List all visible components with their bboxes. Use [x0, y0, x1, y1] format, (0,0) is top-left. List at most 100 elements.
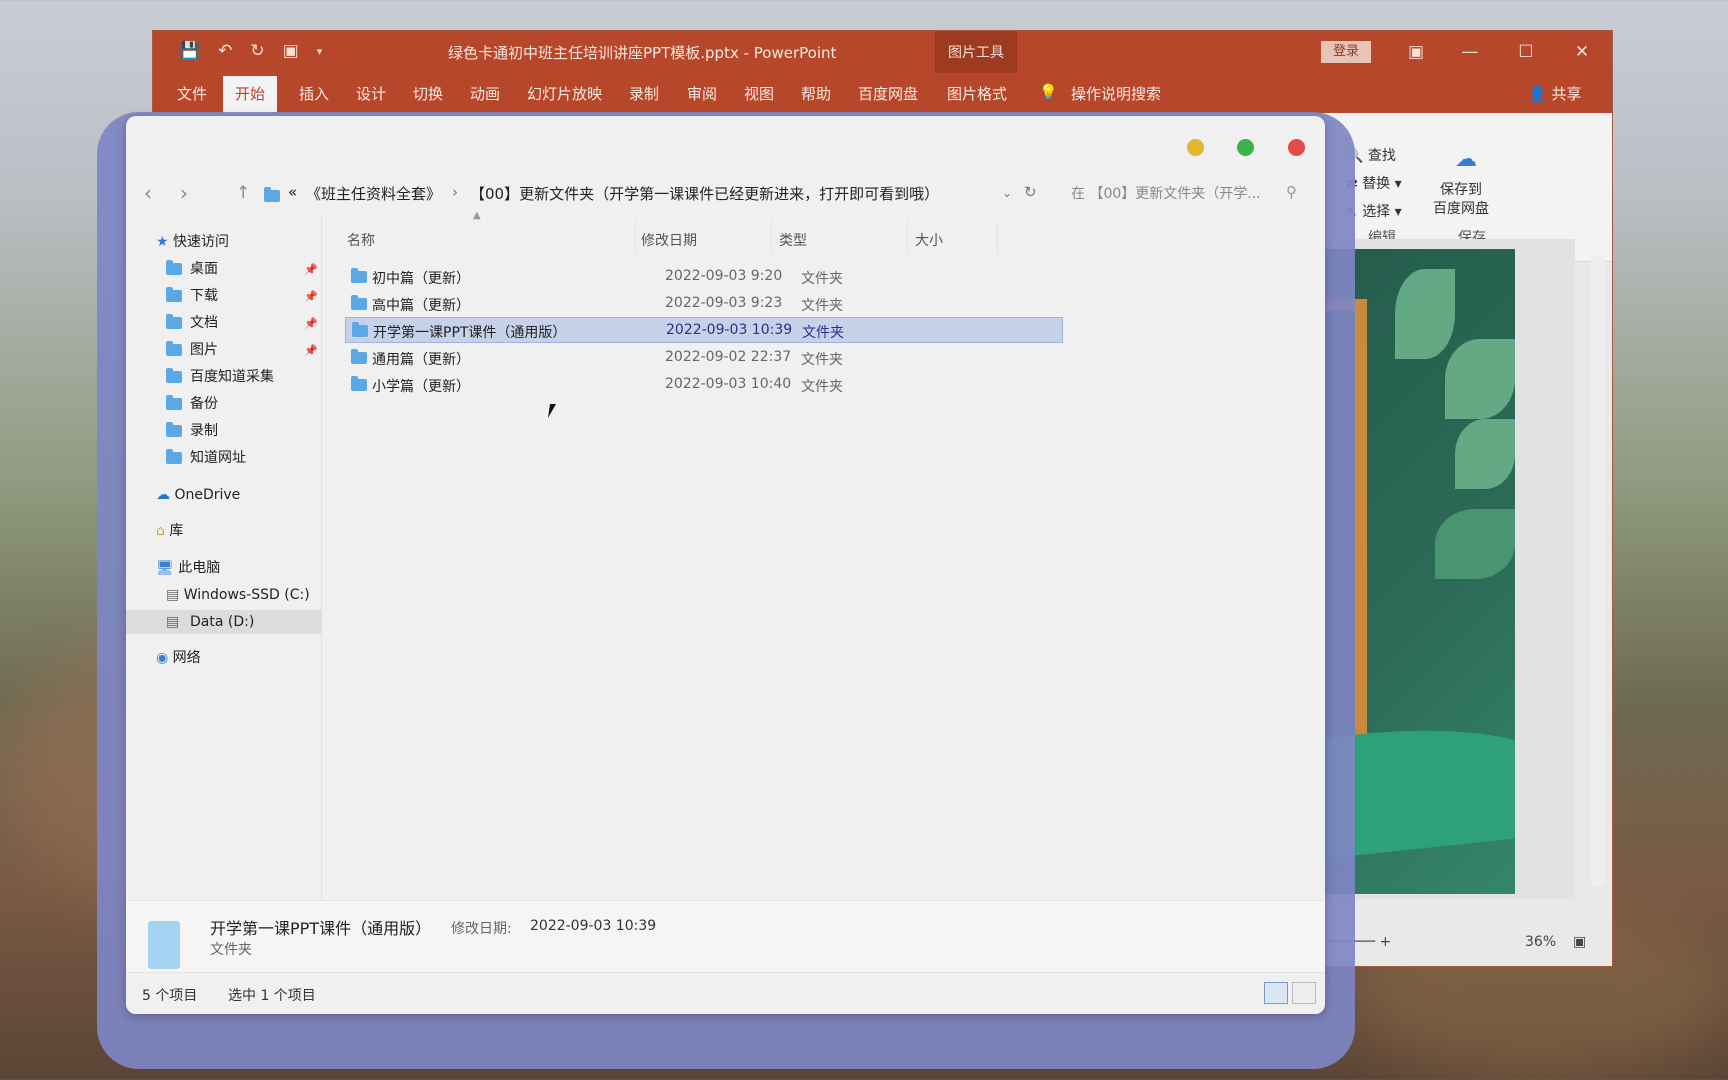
sidebar-item-label: 文档 — [190, 315, 218, 331]
fit-slide-icon[interactable]: ▣ — [1573, 934, 1586, 950]
table-row[interactable]: 初中篇（更新） 2022-09-03 9:20 文件夹 — [345, 264, 1063, 290]
table-row[interactable]: 通用篇（更新） 2022-09-02 22:37 文件夹 — [345, 345, 1063, 371]
chevron-down-icon[interactable]: ⌄ — [1002, 186, 1012, 200]
search-input[interactable]: 在 【00】更新文件夹（开学... — [1071, 183, 1261, 203]
sidebar-item-desktop[interactable]: 桌面 — [166, 257, 218, 281]
save-icon[interactable]: 💾 — [179, 41, 200, 61]
sidebar-quick-access[interactable]: ★ 快速访问 — [156, 230, 229, 254]
table-row-selected[interactable]: 开学第一课PPT课件（通用版） 2022-09-03 10:39 文件夹 — [345, 317, 1063, 343]
ribbon-display-icon[interactable]: ▣ — [1401, 39, 1431, 65]
baidu-cloud-icon: ☁ — [1455, 147, 1477, 172]
close-button[interactable]: ✕ — [1567, 39, 1597, 65]
details-pane: 开学第一课PPT课件（通用版） 修改日期: 2022-09-03 10:39 文… — [126, 900, 1325, 973]
column-header-name[interactable]: 名称 — [347, 230, 375, 250]
sidebar-library[interactable]: ⌂ 库 — [156, 519, 183, 543]
refresh-icon[interactable]: ↻ — [1024, 183, 1037, 201]
file-type: 文件夹 — [802, 325, 844, 341]
share-button[interactable]: 👤 共享 — [1528, 83, 1581, 104]
breadcrumb-item[interactable]: 《班主任资料全套》 — [306, 183, 441, 204]
up-arrow-icon[interactable]: ↑ — [236, 183, 250, 203]
column-header-size[interactable]: 大小 — [915, 230, 943, 250]
column-header-date[interactable]: 修改日期 — [641, 230, 697, 250]
sidebar-item-backup[interactable]: 备份 — [166, 392, 218, 416]
login-button[interactable]: 登录 — [1321, 41, 1371, 63]
tab-slideshow[interactable]: 幻灯片放映 — [527, 83, 602, 104]
present-icon[interactable]: ▣ — [283, 41, 299, 61]
tab-file[interactable]: 文件 — [177, 83, 207, 104]
customize-qat-icon[interactable]: ▾ — [317, 45, 323, 61]
column-divider[interactable] — [635, 220, 636, 254]
pin-icon[interactable]: 📌 — [304, 317, 318, 330]
file-type: 文件夹 — [801, 298, 843, 314]
breadcrumb-sep[interactable]: › — [452, 183, 458, 201]
minimize-button[interactable]: — — [1455, 39, 1485, 65]
pin-icon[interactable]: 📌 — [304, 263, 318, 276]
sidebar-item-baidu-collect[interactable]: 百度知道采集 — [166, 365, 274, 389]
maximize-button[interactable] — [1237, 139, 1254, 156]
sidebar-item-label: 图片 — [190, 342, 218, 358]
details-view-icon[interactable] — [1264, 982, 1288, 1004]
maximize-button[interactable]: ☐ — [1511, 39, 1541, 65]
back-arrow-icon[interactable]: ‹ — [144, 181, 152, 205]
redo-icon[interactable]: ↻ — [250, 41, 264, 61]
tab-view[interactable]: 视图 — [744, 83, 774, 104]
column-divider[interactable] — [907, 220, 908, 254]
tab-home[interactable]: 开始 — [223, 76, 278, 113]
forward-arrow-icon[interactable]: › — [180, 181, 188, 205]
folder-icon — [166, 449, 182, 464]
sidebar-item-pictures[interactable]: 图片 — [166, 338, 218, 362]
tab-help[interactable]: 帮助 — [801, 83, 831, 104]
tell-me-search[interactable]: 操作说明搜索 — [1071, 83, 1161, 104]
pin-icon[interactable]: 📌 — [304, 344, 318, 357]
lightbulb-icon[interactable]: 💡 — [1039, 83, 1058, 101]
breadcrumb-overflow[interactable]: « — [288, 183, 297, 201]
table-row[interactable]: 高中篇（更新） 2022-09-03 9:23 文件夹 — [345, 291, 1063, 317]
column-divider[interactable] — [771, 220, 772, 254]
search-icon[interactable]: ⚲ — [1286, 183, 1297, 201]
sidebar-onedrive[interactable]: ☁ OneDrive — [156, 483, 240, 507]
column-header-type[interactable]: 类型 — [779, 230, 807, 250]
sidebar-item-urls[interactable]: 知道网址 — [166, 446, 246, 470]
breadcrumb-item[interactable]: 【00】更新文件夹（开学第一课课件已经更新进来，打开即可看到哦） — [470, 183, 939, 204]
tab-record[interactable]: 录制 — [629, 83, 659, 104]
window-title: 绿色卡通初中班主任培训讲座PPT模板.pptx - PowerPoint — [448, 44, 837, 62]
tab-picture-format[interactable]: 图片格式 — [947, 83, 1007, 104]
file-name: 小学篇（更新） — [372, 379, 470, 395]
folder-icon — [166, 314, 182, 329]
vertical-scrollbar[interactable] — [1591, 256, 1605, 886]
baidu-disk-label: 百度网盘 — [1433, 201, 1489, 217]
undo-icon[interactable]: ↶ — [218, 41, 232, 61]
sidebar-this-pc[interactable]: 🖥 此电脑 — [156, 556, 220, 580]
zoom-level[interactable]: 36% — [1525, 934, 1556, 950]
folder-icon — [166, 395, 182, 410]
tab-baidu-disk[interactable]: 百度网盘 — [858, 83, 918, 104]
sidebar-drive-d[interactable]: ▤ Data (D:) — [126, 610, 321, 634]
pin-icon[interactable]: 📌 — [304, 290, 318, 303]
file-explorer-window: ‹ › ↑ « 《班主任资料全套》 › 【00】更新文件夹（开学第一课课件已经更… — [126, 116, 1325, 1014]
column-divider[interactable] — [997, 220, 998, 254]
tab-review[interactable]: 审阅 — [687, 83, 717, 104]
sidebar-item-label: 录制 — [190, 423, 218, 439]
tab-design[interactable]: 设计 — [356, 83, 386, 104]
tab-insert[interactable]: 插入 — [299, 83, 329, 104]
sidebar-item-downloads[interactable]: 下载 — [166, 284, 218, 308]
large-icons-view-icon[interactable] — [1292, 982, 1316, 1004]
file-date: 2022-09-03 10:40 — [665, 376, 792, 392]
file-name: 开学第一课PPT课件（通用版） — [373, 325, 567, 341]
sidebar-item-documents[interactable]: 文档 — [166, 311, 218, 335]
sidebar-item-record[interactable]: 录制 — [166, 419, 218, 443]
quick-access-toolbar: 💾 ↶ ↻ ▣ ▾ — [179, 41, 322, 61]
folder-icon — [264, 187, 288, 204]
table-row[interactable]: 小学篇（更新） 2022-09-03 10:40 文件夹 — [345, 372, 1063, 398]
minimize-button[interactable] — [1187, 139, 1204, 156]
close-button[interactable] — [1288, 139, 1305, 156]
tab-animations[interactable]: 动画 — [470, 83, 500, 104]
share-label: 共享 — [1551, 85, 1582, 103]
file-type: 文件夹 — [801, 352, 843, 368]
sidebar-network[interactable]: ◉ 网络 — [156, 646, 201, 670]
drive-icon: ▤ — [166, 614, 180, 630]
details-file-name: 开学第一课PPT课件（通用版） — [210, 919, 432, 938]
tab-transitions[interactable]: 切换 — [413, 83, 443, 104]
save-to-baidu-button[interactable]: 保存到 — [1440, 179, 1482, 199]
sidebar-drive-c[interactable]: ▤ Windows-SSD (C:) — [166, 583, 310, 607]
